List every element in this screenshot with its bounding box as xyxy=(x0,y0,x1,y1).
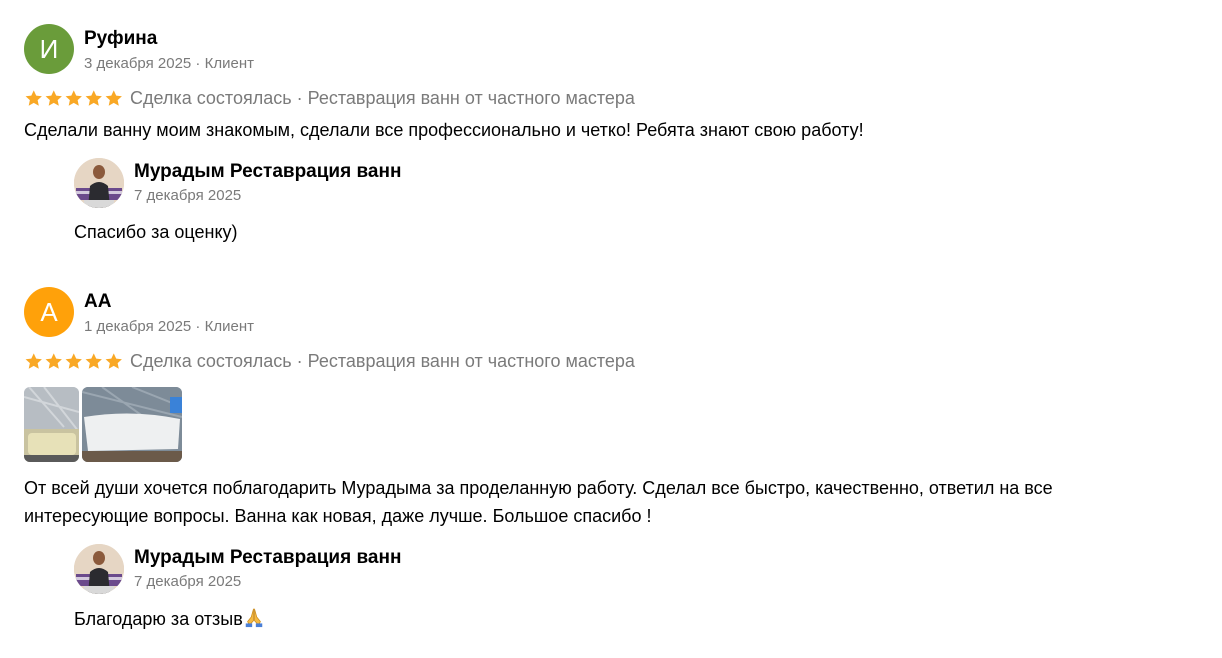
review-photo-thumbnail[interactable] xyxy=(24,387,79,462)
star-icon xyxy=(45,352,62,369)
star-icon xyxy=(85,352,102,369)
reply-text: Спасибо за оценку) xyxy=(74,222,238,242)
review-author: А АА 1 декабря 2025 · Клиент xyxy=(24,287,1204,337)
review-text-line: От всей души хочется поблагодарить Мурад… xyxy=(24,478,1053,498)
star-icon xyxy=(105,89,122,106)
seller-photo-icon xyxy=(74,544,124,594)
star-icon xyxy=(65,352,82,369)
author-role: Клиент xyxy=(204,318,254,335)
star-rating xyxy=(24,89,124,108)
review-photos xyxy=(24,387,1204,462)
review-date: 1 декабря 2025 xyxy=(84,318,192,335)
folded-hands-icon xyxy=(245,608,263,628)
seller-reply: Мурадым Реставрация ванн 7 декабря 2025 … xyxy=(74,544,1204,631)
deal-status: Сделка состоялась · Реставрация ванн от … xyxy=(130,87,635,108)
seller-photo-icon xyxy=(74,158,124,208)
seller-reply: Мурадым Реставрация ванн 7 декабря 2025 … xyxy=(74,158,1204,244)
star-icon xyxy=(65,89,82,106)
bathtub-photo-icon xyxy=(24,387,79,462)
reply-text-content: Благодарю за отзыв xyxy=(74,609,243,629)
review-meta: 1 декабря 2025 · Клиент xyxy=(84,318,254,335)
avatar-initial: А xyxy=(40,296,58,327)
author-name[interactable]: АА xyxy=(84,291,254,313)
deal-status: Сделка состоялась · Реставрация ванн от … xyxy=(130,350,635,371)
author-name[interactable]: Руфина xyxy=(84,28,254,50)
seller-avatar[interactable] xyxy=(74,158,124,208)
star-rating xyxy=(24,352,124,371)
reply-date: 7 декабря 2025 xyxy=(134,573,242,590)
review-author: И Руфина 3 декабря 2025 · Клиент xyxy=(24,24,1204,74)
seller-name[interactable]: Мурадым Реставрация ванн xyxy=(134,547,401,569)
bathtub-photo-icon xyxy=(82,387,182,462)
author-role: Клиент xyxy=(204,55,254,72)
review-text: От всей души хочется поблагодарить Мурад… xyxy=(24,474,1204,530)
reply-date: 7 декабря 2025 xyxy=(134,187,242,204)
review-card: А АА 1 декабря 2025 · Клиент Сделка сост… xyxy=(24,287,1204,631)
review-photo-thumbnail[interactable] xyxy=(82,387,182,462)
author-avatar[interactable]: И xyxy=(24,24,74,74)
seller-name[interactable]: Мурадым Реставрация ванн xyxy=(134,161,401,183)
review-meta: 3 декабря 2025 · Клиент xyxy=(84,55,254,72)
rating-row: Сделка состоялась · Реставрация ванн от … xyxy=(24,86,1204,110)
star-icon xyxy=(45,89,62,106)
seller-avatar[interactable] xyxy=(74,544,124,594)
rating-row: Сделка состоялась · Реставрация ванн от … xyxy=(24,349,1204,373)
avatar-initial: И xyxy=(39,33,59,64)
star-icon xyxy=(85,89,102,106)
star-icon xyxy=(105,352,122,369)
star-icon xyxy=(25,89,42,106)
review-text: Сделали ванну моим знакомым, сделали все… xyxy=(24,120,864,140)
review-text-line: интересующие вопросы. Ванна как новая, д… xyxy=(24,506,652,526)
star-icon xyxy=(25,352,42,369)
review-date: 3 декабря 2025 xyxy=(84,55,192,72)
review-card: И Руфина 3 декабря 2025 · Клиент Сделка … xyxy=(24,24,1204,244)
author-avatar[interactable]: А xyxy=(24,287,74,337)
reply-text: Благодарю за отзыв xyxy=(74,606,1204,631)
